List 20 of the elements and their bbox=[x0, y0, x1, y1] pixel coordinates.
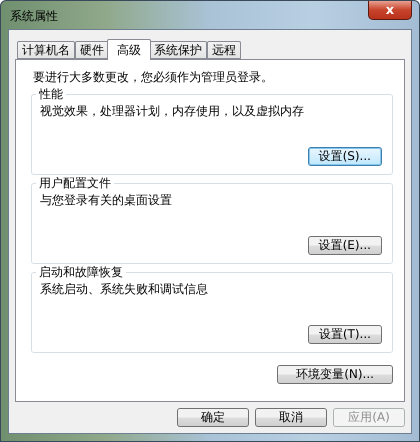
group-title: 用户配置文件 bbox=[36, 175, 114, 192]
group-description: 与您登录有关的桌面设置 bbox=[40, 192, 173, 209]
settings-button[interactable]: 设置(T)... bbox=[308, 325, 382, 344]
tab[interactable]: 系统保护 bbox=[149, 41, 207, 59]
tab[interactable]: 高级 bbox=[107, 39, 151, 60]
environment-variables-button[interactable]: 环境变量(N)... bbox=[277, 365, 393, 384]
close-button[interactable]: x bbox=[368, 1, 412, 20]
admin-notice: 要进行大多数更改，您必须作为管理员登录。 bbox=[33, 69, 274, 86]
tab[interactable]: 计算机名 bbox=[17, 41, 75, 59]
settings-button[interactable]: 设置(S)... bbox=[308, 147, 382, 166]
dialog-button[interactable]: 取消 bbox=[255, 408, 327, 427]
group-title: 启动和故障恢复 bbox=[36, 264, 126, 281]
group-description: 系统启动、系统失败和调试信息 bbox=[40, 281, 209, 298]
window-title: 系统属性 bbox=[10, 8, 58, 25]
group-title: 性能 bbox=[36, 86, 66, 103]
tab[interactable]: 远程 bbox=[207, 41, 241, 59]
settings-button[interactable]: 设置(E)... bbox=[308, 236, 382, 255]
dialog-button[interactable]: 确定 bbox=[177, 408, 249, 427]
group-description: 视觉效果，处理器计划，内存使用，以及虚拟内存 bbox=[40, 103, 305, 120]
tab[interactable]: 硬件 bbox=[75, 41, 109, 59]
